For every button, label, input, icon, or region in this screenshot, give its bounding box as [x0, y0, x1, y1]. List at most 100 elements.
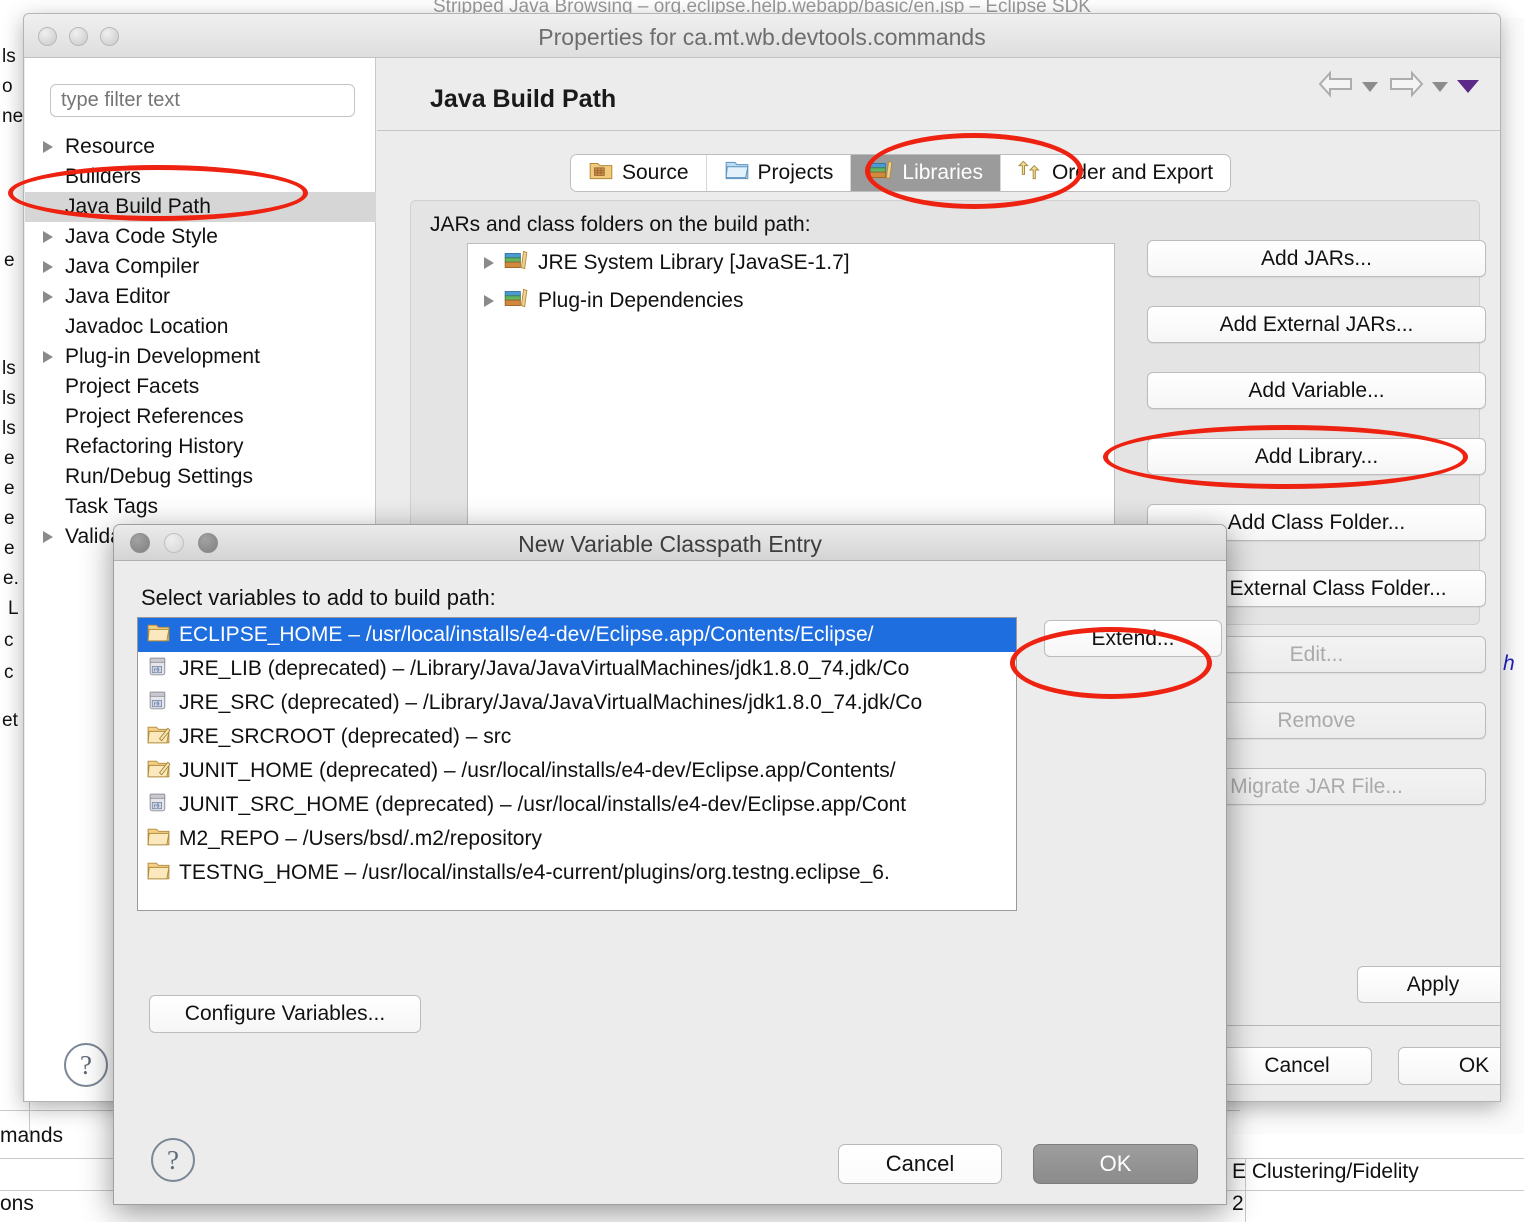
sidebar-item-label: Builders	[65, 165, 141, 188]
sidebar-item-java-build-path[interactable]: Java Build Path	[25, 192, 376, 222]
folder-icon	[146, 620, 171, 651]
svg-text:r0: r0	[153, 803, 159, 809]
sidebar-item-resource[interactable]: Resource	[25, 132, 376, 162]
arrow-left-icon[interactable]	[1317, 70, 1355, 103]
expand-triangle-icon[interactable]	[43, 261, 53, 273]
folder-icon	[146, 824, 171, 855]
folder-icon	[146, 858, 171, 889]
settings-tree[interactable]: Resource Builders Java Build Path Java Code…	[25, 132, 376, 552]
folder-src-icon	[146, 756, 171, 787]
filter-input[interactable]	[50, 84, 355, 117]
variable-item-label: JUNIT_HOME (deprecated) – /usr/local/ins…	[179, 759, 896, 782]
sidebar-item-label: Plug-in Development	[65, 345, 260, 368]
sidebar-item-label: Resource	[65, 135, 155, 158]
expand-triangle-icon[interactable]	[43, 141, 53, 153]
expand-triangle-icon[interactable]	[43, 531, 53, 543]
tab-source[interactable]: Source	[571, 155, 707, 191]
navigation-controls[interactable]	[1317, 70, 1479, 103]
variable-list-item[interactable]: ECLIPSE_HOME – /usr/local/installs/e4-de…	[138, 618, 1016, 652]
order-export-icon	[1017, 157, 1044, 189]
sidebar-item-label: Javadoc Location	[65, 315, 229, 338]
library-item-label: JRE System Library [JavaSE-1.7]	[538, 251, 850, 274]
variable-list-item[interactable]: r0 JUNIT_SRC_HOME (deprecated) – /usr/loc…	[138, 788, 1016, 822]
configure-variables-button[interactable]: Configure Variables...	[149, 995, 421, 1033]
sidebar-item-java-compiler[interactable]: Java Compiler	[25, 252, 376, 282]
sidebar-item-project-facets[interactable]: Project Facets	[25, 372, 376, 402]
header-divider	[377, 130, 1500, 131]
sidebar-item-javadoc-location[interactable]: Javadoc Location	[25, 312, 376, 342]
tab-label: Libraries	[902, 161, 983, 184]
back-history-chevron-icon[interactable]	[1362, 81, 1378, 92]
expand-triangle-icon[interactable]	[43, 351, 53, 363]
sidebar-item-java-code-style[interactable]: Java Code Style	[25, 222, 376, 252]
apply-button[interactable]: Apply	[1357, 966, 1500, 1003]
add-variable-button[interactable]: Add Variable...	[1147, 372, 1486, 409]
jar-icon: r0	[146, 654, 171, 685]
jar-icon: r0	[146, 790, 171, 821]
library-books-icon	[868, 157, 894, 189]
background-column-header: E Clustering/Fidelity	[1232, 1160, 1419, 1183]
properties-titlebar: Properties for ca.mt.wb.devtools.command…	[24, 14, 1500, 58]
expand-triangle-icon[interactable]	[484, 295, 494, 307]
sidebar-item-plug-in-development[interactable]: Plug-in Development	[25, 342, 376, 372]
library-books-icon	[503, 247, 529, 279]
modal-instruction: Select variables to add to build path:	[141, 585, 496, 610]
sidebar-item-project-references[interactable]: Project References	[25, 402, 376, 432]
variable-item-label: TESTNG_HOME – /usr/local/installs/e4-cur…	[179, 861, 890, 884]
tab-projects[interactable]: Projects	[706, 155, 852, 191]
modal-help-icon[interactable]: ?	[151, 1138, 195, 1182]
sidebar-item-label: Run/Debug Settings	[65, 465, 253, 488]
modal-cancel-button[interactable]: Cancel	[838, 1144, 1002, 1184]
background-italic-fragment: h	[1503, 652, 1515, 675]
forward-history-chevron-icon[interactable]	[1432, 81, 1448, 92]
modal-ok-button[interactable]: OK	[1033, 1144, 1198, 1184]
new-variable-classpath-entry-dialog: New Variable Classpath Entry Select vari…	[113, 524, 1227, 1205]
extend-button[interactable]: Extend...	[1044, 620, 1222, 657]
variable-list-item[interactable]: r0 JRE_SRC (deprecated) – /Library/Java/J…	[138, 686, 1016, 720]
add-library-button[interactable]: Add Library...	[1147, 438, 1486, 475]
modal-titlebar: New Variable Classpath Entry	[114, 525, 1226, 561]
svg-text:r0: r0	[153, 701, 159, 707]
tab-libraries[interactable]: Libraries	[851, 155, 1001, 191]
sidebar-item-label: Java Code Style	[65, 225, 218, 248]
library-list-item[interactable]: JRE System Library [JavaSE-1.7]	[468, 244, 1114, 282]
svg-text:r0: r0	[153, 667, 159, 673]
sidebar-item-label: Java Build Path	[65, 195, 211, 218]
variable-list-item[interactable]: JRE_SRCROOT (deprecated) – src	[138, 720, 1016, 754]
variables-list[interactable]: ECLIPSE_HOME – /usr/local/installs/e4-de…	[137, 617, 1017, 911]
tab-order-and-export[interactable]: Order and Export	[1000, 155, 1231, 191]
sidebar-item-label: Java Editor	[65, 285, 171, 308]
properties-ok-button[interactable]: OK	[1398, 1047, 1500, 1085]
properties-window-title: Properties for ca.mt.wb.devtools.command…	[538, 24, 986, 50]
expand-triangle-icon[interactable]	[43, 231, 53, 243]
library-list-item[interactable]: Plug-in Dependencies	[468, 282, 1114, 320]
variable-item-label: JRE_SRCROOT (deprecated) – src	[179, 725, 512, 748]
folder-src-icon	[146, 722, 171, 753]
help-icon[interactable]: ?	[64, 1043, 108, 1087]
background-bottom-label: ons	[0, 1192, 34, 1215]
sidebar-item-builders[interactable]: Builders	[25, 162, 376, 192]
sidebar-item-label: Refactoring History	[65, 435, 244, 458]
sidebar-item-task-tags[interactable]: Task Tags	[25, 492, 376, 522]
chevron-down-icon[interactable]	[1457, 80, 1479, 93]
sidebar-item-run-debug-settings[interactable]: Run/Debug Settings	[25, 462, 376, 492]
variable-list-item[interactable]: M2_REPO – /Users/bsd/.m2/repository	[138, 822, 1016, 856]
sidebar-item-java-editor[interactable]: Java Editor	[25, 282, 376, 312]
variable-item-label: JUNIT_SRC_HOME (deprecated) – /usr/local…	[179, 793, 907, 816]
variable-list-item[interactable]: r0 JRE_LIB (deprecated) – /Library/Java/J…	[138, 652, 1016, 686]
library-books-icon	[503, 285, 529, 317]
add-external-jars-button[interactable]: Add External JARs...	[1147, 306, 1486, 343]
tab-label: Order and Export	[1051, 161, 1214, 184]
group-label: JARs and class folders on the build path…	[430, 213, 811, 236]
projects-folder-icon	[724, 157, 750, 189]
arrow-right-icon[interactable]	[1387, 70, 1425, 103]
add-jars-button[interactable]: Add JARs...	[1147, 240, 1486, 277]
variable-item-label: JRE_LIB (deprecated) – /Library/Java/Jav…	[179, 657, 910, 680]
expand-triangle-icon[interactable]	[484, 257, 494, 269]
properties-cancel-button[interactable]: Cancel	[1222, 1047, 1372, 1085]
expand-triangle-icon[interactable]	[43, 291, 53, 303]
variable-list-item[interactable]: JUNIT_HOME (deprecated) – /usr/local/ins…	[138, 754, 1016, 788]
build-path-tabs[interactable]: Source Projects Libraries Order and Expo…	[377, 154, 1500, 196]
variable-list-item[interactable]: TESTNG_HOME – /usr/local/installs/e4-cur…	[138, 856, 1016, 890]
sidebar-item-refactoring-history[interactable]: Refactoring History	[25, 432, 376, 462]
